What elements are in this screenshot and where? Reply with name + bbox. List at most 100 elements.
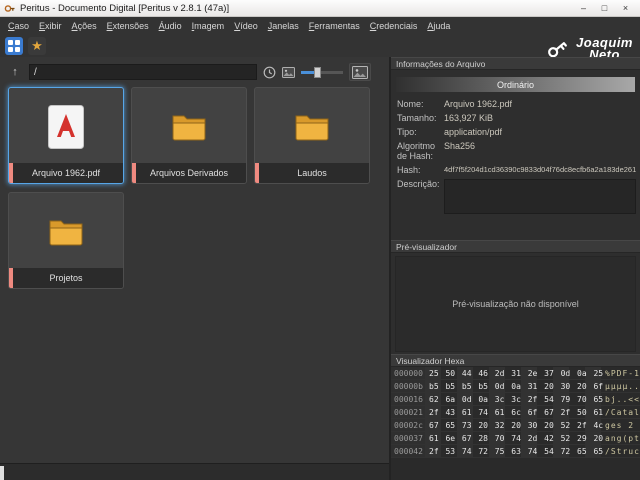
hex-row[interactable]: 00002c 67 65 73 20 32 20 30 20 52 2f 4c … xyxy=(391,419,640,432)
field-descricao: Descrição: xyxy=(397,179,636,214)
hex-offset: 000021 xyxy=(391,406,425,418)
file-tile-folder-projetos[interactable]: Projetos xyxy=(8,192,124,289)
star-icon: ★ xyxy=(31,39,43,52)
field-value: application/pdf xyxy=(444,127,636,137)
menu-janelas[interactable]: Janelas xyxy=(263,19,304,33)
file-grid: Arquivo 1962.pdf Arquivos Derivados xyxy=(8,87,384,289)
file-tile-folder-derivados[interactable]: Arquivos Derivados xyxy=(131,87,247,184)
field-value: Sha256 xyxy=(444,141,636,151)
hex-section-header: Visualizador Hexa xyxy=(391,354,640,367)
hex-row[interactable]: 000016 62 6a 0d 0a 3c 3c 2f 54 79 70 65 … xyxy=(391,393,640,406)
menu-video[interactable]: Vídeo xyxy=(229,19,263,33)
file-metadata: Nome: Arquivo 1962.pdf Tamanho: 163,927 … xyxy=(397,99,636,218)
favorites-button[interactable]: ★ xyxy=(28,37,46,55)
hex-viewer: 000000 25 50 44 46 2d 31 2e 37 0d 0a 25 … xyxy=(391,367,640,480)
bottom-panel xyxy=(0,463,389,480)
field-tipo: Tipo: application/pdf xyxy=(397,127,636,137)
hex-section-title: Visualizador Hexa xyxy=(396,356,464,366)
field-hash: Hash: 4df7f5f204d1cd36390c9833d04f76dc8e… xyxy=(397,165,636,175)
folder-icon xyxy=(255,88,369,165)
tile-label: Arquivos Derivados xyxy=(150,168,228,178)
small-thumbnails-icon[interactable] xyxy=(282,67,295,78)
file-tile-folder-laudos[interactable]: Laudos xyxy=(254,87,370,184)
tile-accent xyxy=(9,268,13,288)
tile-accent xyxy=(9,163,13,183)
menu-caso[interactable]: Caso xyxy=(3,19,34,33)
hex-row[interactable]: 000042 2f 53 74 72 75 63 74 54 72 65 65 … xyxy=(391,445,640,458)
history-icon[interactable] xyxy=(263,66,276,79)
hex-row[interactable]: 000037 61 6e 67 28 70 74 2d 42 52 29 20 … xyxy=(391,432,640,445)
grid-view-button[interactable] xyxy=(5,37,23,55)
hex-ascii: ges 2 0 R/L xyxy=(601,421,640,430)
hex-bytes: 25 50 44 46 2d 31 2e 37 0d 0a 25 xyxy=(425,367,601,379)
hex-ascii: /Catalog/Pa xyxy=(601,408,640,417)
hex-offset: 000042 xyxy=(391,445,425,457)
app-icon xyxy=(4,3,15,14)
menu-extensoes[interactable]: Extensões xyxy=(102,19,154,33)
info-section-header: Informações do Arquivo xyxy=(391,57,640,70)
field-label: Tipo: xyxy=(397,127,444,137)
hex-ascii: µµµµ..1 0 o xyxy=(601,382,640,391)
tile-label: Projetos xyxy=(49,273,82,283)
tile-label-bar: Laudos xyxy=(255,163,369,183)
hex-bytes: 67 65 73 20 32 20 30 20 52 2f 4c xyxy=(425,419,601,431)
hex-row[interactable]: 000021 2f 43 61 74 61 6c 6f 67 2f 50 61 … xyxy=(391,406,640,419)
thumbnail-size-slider[interactable] xyxy=(301,67,343,78)
file-tile-pdf[interactable]: Arquivo 1962.pdf xyxy=(8,87,124,184)
tile-label-bar: Projetos xyxy=(9,268,123,288)
field-label: Descrição: xyxy=(397,179,444,189)
field-label: Tamanho: xyxy=(397,113,444,123)
classification-banner: Ordinário xyxy=(396,77,635,92)
field-value: 163,927 KiB xyxy=(444,113,636,123)
hex-ascii: %PDF-1.7..% xyxy=(601,369,640,378)
info-section-title: Informações do Arquivo xyxy=(396,59,485,69)
field-label: Hash: xyxy=(397,165,444,175)
pdf-icon xyxy=(9,88,123,165)
menu-ajuda[interactable]: Ajuda xyxy=(422,19,455,33)
slider-handle[interactable] xyxy=(314,67,321,78)
field-algoritmo: Algoritmo de Hash: Sha256 xyxy=(397,141,636,161)
hex-offset: 00002c xyxy=(391,419,425,431)
hex-bytes: 61 6e 67 28 70 74 2d 42 52 29 20 xyxy=(425,432,601,444)
field-label: Nome: xyxy=(397,99,444,109)
menu-ferramentas[interactable]: Ferramentas xyxy=(304,19,365,33)
large-thumbnails-button[interactable] xyxy=(349,63,371,81)
hex-row[interactable]: 00000b b5 b5 b5 b5 0d 0a 31 20 30 20 6f … xyxy=(391,380,640,393)
preview-message: Pré-visualização não disponível xyxy=(452,299,579,309)
maximize-button[interactable]: □ xyxy=(594,1,615,16)
hex-bytes: 2f 43 61 74 61 6c 6f 67 2f 50 61 xyxy=(425,406,601,418)
menu-credenciais[interactable]: Credenciais xyxy=(365,19,423,33)
menu-imagem[interactable]: Imagem xyxy=(187,19,230,33)
minimize-button[interactable]: – xyxy=(573,1,594,16)
tile-label: Arquivo 1962.pdf xyxy=(32,168,100,178)
folder-icon xyxy=(9,193,123,270)
field-tamanho: Tamanho: 163,927 KiB xyxy=(397,113,636,123)
description-input[interactable] xyxy=(444,179,636,214)
window-controls: – □ × xyxy=(573,1,636,16)
grid-icon xyxy=(8,40,20,52)
close-button[interactable]: × xyxy=(615,1,636,16)
menu-audio[interactable]: Áudio xyxy=(154,19,187,33)
bottom-scrollbar-thumb[interactable] xyxy=(0,466,4,480)
tile-label: Laudos xyxy=(297,168,327,178)
hex-offset: 000000 xyxy=(391,367,425,379)
preview-section-header: Pré-visualizador xyxy=(391,240,640,253)
menu-exibir[interactable]: Exibir xyxy=(34,19,67,33)
field-value: Arquivo 1962.pdf xyxy=(444,99,636,109)
hex-offset: 000037 xyxy=(391,432,425,444)
tile-label-bar: Arquivos Derivados xyxy=(132,163,246,183)
hex-row[interactable]: 000000 25 50 44 46 2d 31 2e 37 0d 0a 25 … xyxy=(391,367,640,380)
info-panel: Informações do Arquivo Ordinário Nome: A… xyxy=(391,57,640,480)
menubar: Caso Exibir Ações Extensões Áudio Imagem… xyxy=(0,17,640,34)
tile-accent xyxy=(255,163,259,183)
titlebar: Peritus - Documento Digital [Peritus v 2… xyxy=(0,0,640,17)
folder-icon xyxy=(132,88,246,165)
up-directory-button[interactable]: ↑ xyxy=(7,64,23,80)
path-input[interactable] xyxy=(29,64,257,80)
hex-offset: 000016 xyxy=(391,393,425,405)
hex-ascii: bj..<</Type xyxy=(601,395,640,404)
field-nome: Nome: Arquivo 1962.pdf xyxy=(397,99,636,109)
preview-section-title: Pré-visualizador xyxy=(396,242,457,252)
file-browser: ↑ xyxy=(0,57,389,463)
menu-acoes[interactable]: Ações xyxy=(67,19,102,33)
